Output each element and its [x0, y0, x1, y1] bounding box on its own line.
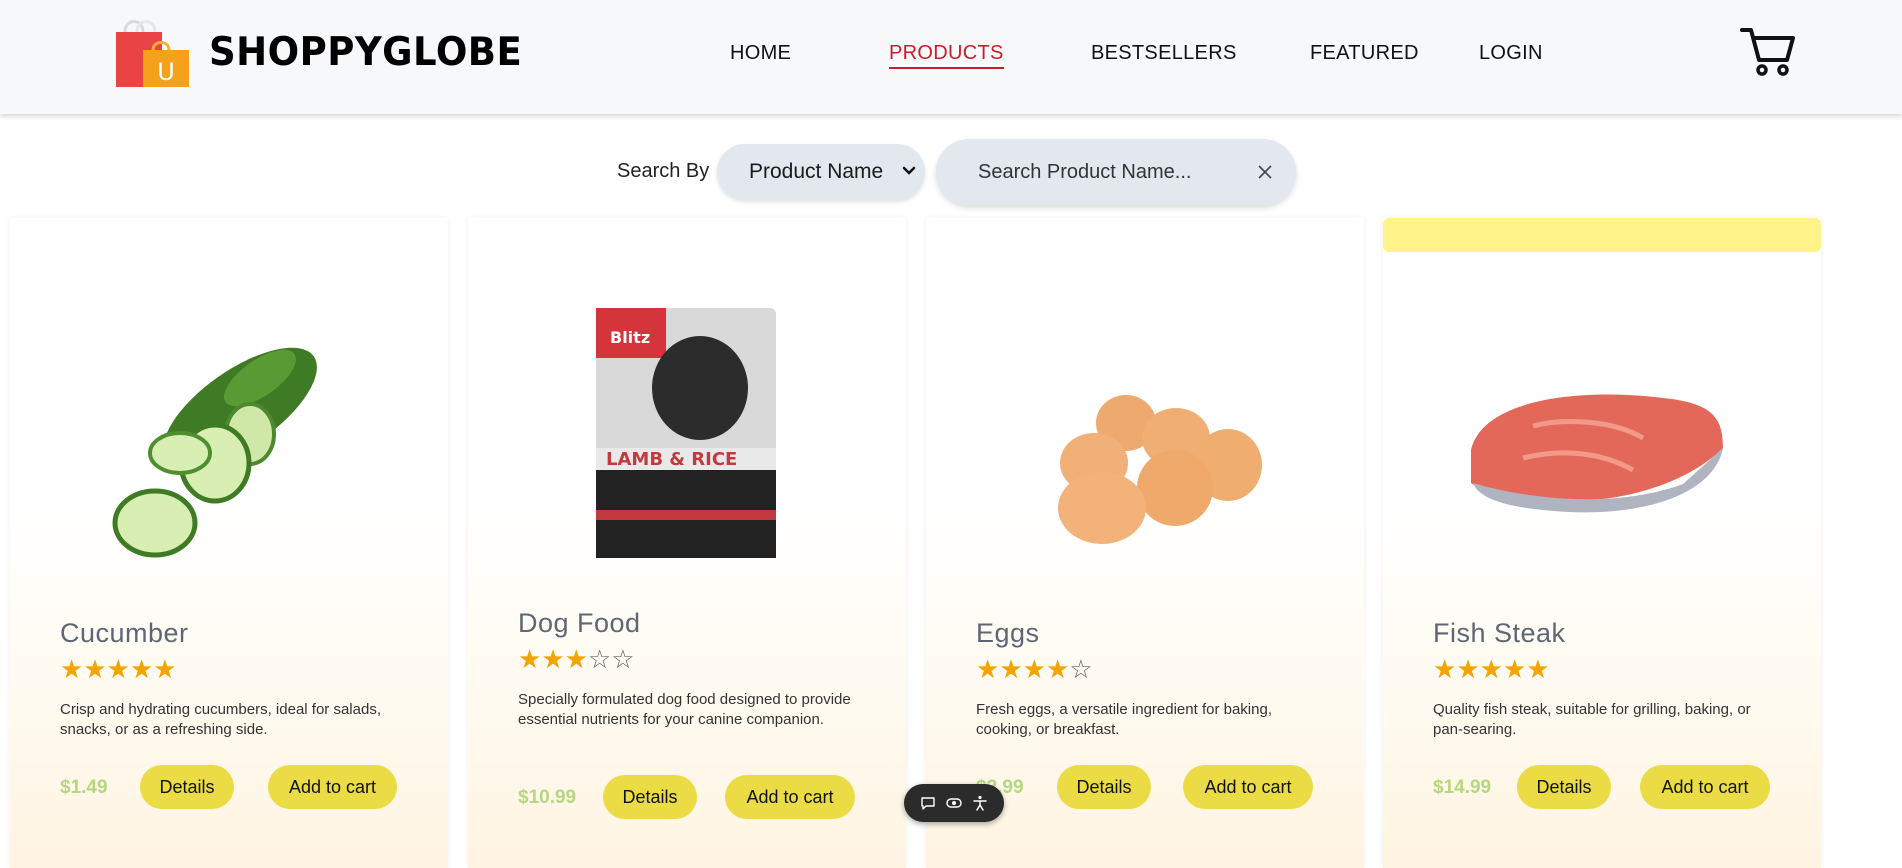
product-price: $10.99 — [518, 787, 577, 808]
site-header: U SHOPPYGLOBE HOME PRODUCTS BESTSELLERS … — [0, 0, 1902, 114]
product-name[interactable]: Fish Steak — [1433, 618, 1566, 649]
nav-featured[interactable]: FEATURED — [1310, 42, 1419, 65]
eye-icon[interactable] — [946, 795, 962, 811]
product-card: Eggs ★★★★☆ Fresh eggs, a versatile ingre… — [926, 218, 1364, 868]
shopping-bag-logo-icon[interactable]: U — [113, 16, 193, 88]
add-to-cart-button[interactable]: Add to cart — [268, 765, 397, 809]
product-description: Specially formulated dog food designed t… — [518, 691, 851, 728]
product-name[interactable]: Eggs — [976, 618, 1040, 649]
product-description: Quality fish steak, suitable for grillin… — [1433, 701, 1751, 738]
details-button[interactable]: Details — [140, 765, 234, 809]
product-description: Fresh eggs, a versatile ingredient for b… — [976, 701, 1272, 738]
brand-name[interactable]: SHOPPYGLOBE — [209, 30, 522, 75]
featured-ribbon — [1383, 218, 1821, 252]
svg-text:U: U — [157, 58, 175, 86]
search-input[interactable] — [978, 157, 1238, 187]
nav-products[interactable]: PRODUCTS — [889, 42, 1004, 69]
rating-stars: ★★★★☆ — [976, 654, 1093, 684]
nav-login[interactable]: LOGIN — [1479, 42, 1543, 65]
product-card: Fish Steak ★★★★★ Quality fish steak, sui… — [1383, 218, 1821, 868]
close-icon[interactable] — [1256, 163, 1274, 181]
rating-stars: ★★★★★ — [1433, 654, 1550, 684]
product-image — [1058, 395, 1262, 544]
search-by-label: Search By — [617, 160, 710, 182]
product-name[interactable]: Cucumber — [60, 618, 189, 649]
chevron-down-icon — [902, 166, 916, 175]
add-to-cart-button[interactable]: Add to cart — [1183, 765, 1313, 809]
floating-toolbar — [904, 784, 1004, 822]
product-name[interactable]: Dog Food — [518, 608, 641, 639]
product-price: $1.49 — [60, 777, 108, 798]
product-description: Crisp and hydrating cucumbers, ideal for… — [60, 701, 381, 738]
product-card: Cucumber ★★★★★ Crisp and hydrating cucum… — [10, 218, 448, 868]
search-type-select[interactable]: Product Name — [717, 144, 925, 200]
nav-home[interactable]: HOME — [730, 42, 791, 65]
add-to-cart-button[interactable]: Add to cart — [1640, 765, 1770, 809]
chat-icon[interactable] — [920, 795, 936, 811]
search-box — [936, 139, 1296, 205]
product-price: $14.99 — [1433, 777, 1492, 798]
product-image: Blitz LAMB & RICE — [596, 308, 776, 558]
cart-icon[interactable] — [1740, 26, 1796, 78]
details-button[interactable]: Details — [1517, 765, 1611, 809]
nav-bestsellers[interactable]: BESTSELLERS — [1091, 42, 1237, 65]
add-to-cart-button[interactable]: Add to cart — [725, 775, 855, 819]
rating-stars: ★★★★★ — [60, 654, 177, 684]
rating-stars: ★★★☆☆ — [518, 644, 635, 674]
svg-text:Blitz: Blitz — [610, 328, 650, 347]
details-button[interactable]: Details — [603, 775, 697, 819]
svg-text:LAMB & RICE: LAMB & RICE — [606, 449, 737, 470]
product-image — [1471, 394, 1723, 513]
accessibility-icon[interactable] — [972, 795, 988, 811]
details-button[interactable]: Details — [1057, 765, 1151, 809]
product-card: Blitz LAMB & RICE Dog Food ★★★☆☆ Special… — [468, 218, 906, 868]
search-type-value: Product Name — [749, 160, 884, 183]
product-image — [112, 347, 317, 558]
